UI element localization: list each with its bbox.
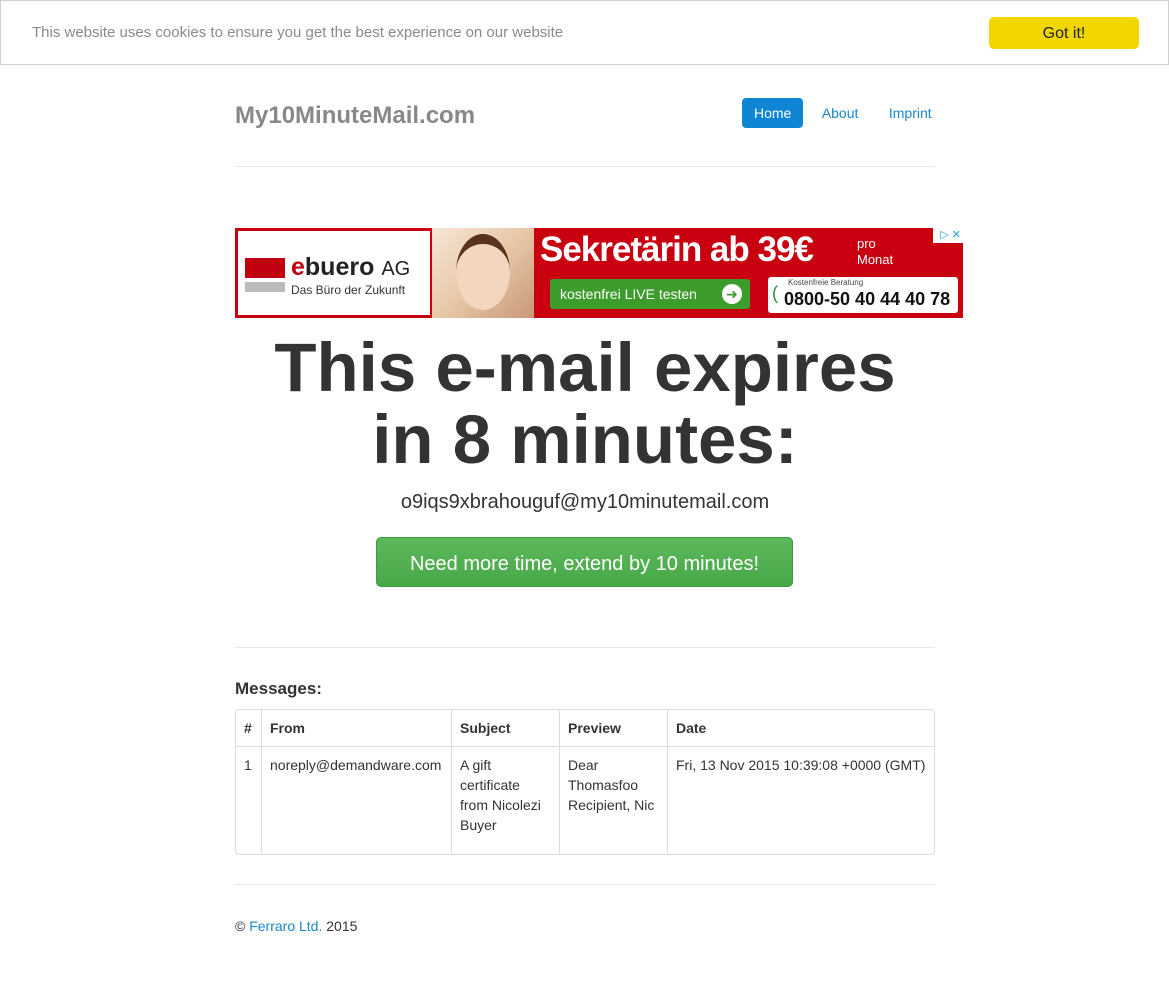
- ad-phone-box: ( Kostenfreie Beratung 0800-50 40 44 40 …: [768, 277, 958, 313]
- message-subject[interactable]: A gift certificate from Nicolezi Buyer: [451, 747, 559, 854]
- copyright-symbol: ©: [235, 918, 246, 934]
- nav-imprint[interactable]: Imprint: [877, 98, 944, 128]
- footer-year: 2015: [326, 918, 358, 934]
- arrow-right-icon: ➜: [722, 284, 742, 304]
- message-from[interactable]: noreply@demandware.com: [261, 747, 451, 854]
- cookie-message: This website uses cookies to ensure you …: [32, 24, 564, 41]
- expiry-heading-line-1: This e-mail expires: [274, 329, 896, 406]
- content-divider: [235, 647, 935, 648]
- ad-logo: ebuero AG Das Büro der Zukunft: [238, 231, 430, 315]
- ad-person-image: [456, 234, 510, 310]
- ad-photo: [432, 228, 534, 318]
- ad-phone-number: 0800-50 40 44 40 78: [784, 289, 951, 309]
- cookie-consent-bar: This website uses cookies to ensure you …: [0, 0, 1169, 65]
- ad-banner[interactable]: ebuero AG Das Büro der Zukunft Sekretäri…: [235, 228, 963, 318]
- footer-divider: [235, 884, 935, 885]
- extend-time-button[interactable]: Need more time, extend by 10 minutes!: [376, 537, 793, 587]
- temp-email-address[interactable]: o9iqs9xbrahouguf@my10minutemail.com: [235, 491, 935, 514]
- ad-headline: Sekretärin ab 39€: [540, 230, 814, 269]
- message-index: 1: [244, 757, 252, 773]
- ad-phone-label: Kostenfreie Beratung: [788, 278, 864, 287]
- cookie-accept-button[interactable]: Got it!: [989, 17, 1139, 49]
- ad-logo-shadow: [245, 282, 285, 292]
- ad-brand-name: ebuero AG: [291, 253, 411, 281]
- main-nav: Home About Imprint: [742, 98, 946, 128]
- column-header-preview: Preview: [559, 710, 667, 747]
- ad-headline-suffix: pro Monat: [857, 236, 894, 267]
- ad-tagline: Das Büro der Zukunft: [291, 283, 406, 297]
- expiry-heading: This e-mail expires in 8 minutes:: [235, 332, 935, 476]
- nav-about[interactable]: About: [810, 98, 871, 128]
- message-preview[interactable]: Dear Thomasfoo Recipient, Nic: [559, 747, 667, 854]
- nav-home[interactable]: Home: [742, 98, 804, 128]
- ad-choices-close-icon[interactable]: ▷ ✕: [933, 228, 963, 243]
- expiry-heading-line-2: in 8 minutes:: [372, 401, 798, 478]
- ad-cta-label: kostenfrei LIVE testen: [560, 286, 697, 302]
- site-brand[interactable]: My10MinuteMail.com: [235, 102, 475, 130]
- messages-heading: Messages:: [235, 679, 322, 698]
- column-header-index: #: [236, 710, 261, 747]
- message-date: Fri, 13 Nov 2015 10:39:08 +0000 (GMT): [667, 747, 934, 854]
- footer: © Ferraro Ltd. 2015: [235, 918, 357, 934]
- ad-cta-button[interactable]: kostenfrei LIVE testen ➜: [550, 279, 750, 309]
- column-header-subject: Subject: [451, 710, 559, 747]
- messages-table: # From Subject Preview Date 1 noreply@de…: [235, 709, 935, 855]
- header-divider: [235, 166, 935, 167]
- footer-company-link[interactable]: Ferraro Ltd.: [249, 918, 322, 934]
- phone-icon: (: [772, 283, 778, 303]
- column-header-date: Date: [667, 710, 934, 747]
- ad-logo-mark: [245, 258, 285, 278]
- table-row[interactable]: 1 noreply@demandware.com A gift certific…: [236, 747, 934, 854]
- column-header-from: From: [261, 710, 451, 747]
- table-header-row: # From Subject Preview Date: [236, 710, 934, 747]
